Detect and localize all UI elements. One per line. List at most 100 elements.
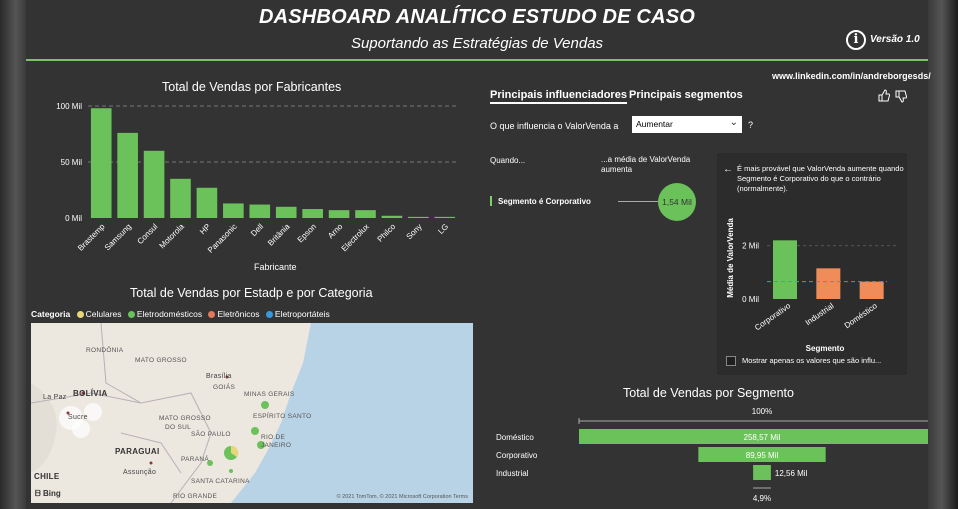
legend-dot-celulares xyxy=(76,310,84,318)
funnel-value-label: 12,56 Mil xyxy=(775,469,808,478)
x-tick-label: LG xyxy=(436,222,450,236)
x-tick-label: Doméstico xyxy=(843,301,880,330)
avg-label: ...a média de ValorVenda aumenta xyxy=(601,155,691,174)
tab-segments[interactable]: Principais segmentos xyxy=(629,89,743,101)
bar-epson xyxy=(302,209,323,218)
help-question-mark[interactable]: ? xyxy=(748,120,753,130)
x-tick-label: Brastemp xyxy=(76,222,107,253)
x-tick-label: Britânia xyxy=(266,222,292,248)
map-label-minas: MINAS GERAIS xyxy=(244,391,295,398)
thumbs-down-icon[interactable] xyxy=(894,90,908,103)
bar-sony xyxy=(408,216,429,218)
bing-logo: ᗷ Bing xyxy=(35,489,61,498)
bar-consul xyxy=(143,150,165,218)
x-tick-label: Samsung xyxy=(103,222,133,252)
x-tick-label: HP xyxy=(198,222,212,236)
header-divider xyxy=(26,59,928,61)
y-tick-label: 0 Mil xyxy=(742,295,759,304)
bar-philco xyxy=(381,215,403,218)
x-tick-label: Philco xyxy=(376,222,398,244)
legend-eletroportateis[interactable]: Eletroportáteis xyxy=(275,309,330,319)
chart-segmento-vendas: 100% Doméstico 258,57 Mil Corporativo 89,95 … xyxy=(496,407,928,503)
funnel-top-label: 100% xyxy=(752,407,772,416)
show-influencers-checkbox[interactable] xyxy=(726,356,736,366)
when-label: Quando... xyxy=(490,156,526,165)
checkbox-label: Mostrar apenas os valores que são influ.… xyxy=(742,356,882,365)
influencer-marker xyxy=(490,196,492,206)
influencer-detail-text: É mais provável que ValorVenda aumente q… xyxy=(737,164,904,193)
legend-dot-eletronicos xyxy=(208,310,216,318)
funnel-category-label: Corporativo xyxy=(496,451,538,460)
y-tick-label: 2 Mil xyxy=(742,242,759,251)
bar-panasonic xyxy=(223,203,244,218)
y-tick-label: 100 Mil xyxy=(56,102,82,111)
influencer-segment-label[interactable]: Segmento é Corporativo xyxy=(498,197,591,206)
map-label-chile: CHILE xyxy=(34,472,60,481)
legend-title: Categoria xyxy=(31,309,71,319)
tab-influencers[interactable]: Principais influenciadores xyxy=(490,89,627,104)
y-tick-label: 50 Mil xyxy=(61,158,83,167)
right-edge xyxy=(928,0,958,509)
bar-lg xyxy=(434,216,456,218)
map-legend: Categoria Celulares Eletrodomésticos Ele… xyxy=(31,309,330,319)
bar-electrolux xyxy=(355,210,376,218)
bar-samsung xyxy=(117,132,138,218)
report-canvas: DASHBOARD ANALÍTICO ESTUDO DE CASO Supor… xyxy=(26,0,931,509)
map-title: Total de Vendas por Estadp e por Categor… xyxy=(130,286,373,300)
chart-title-segmento: Total de Vendas por Segmento xyxy=(623,386,794,400)
funnel-value-label: 89,95 Mil xyxy=(746,451,779,460)
page-subtitle: Suportando as Estratégias de Vendas xyxy=(350,35,604,52)
dropdown-value: Aumentar xyxy=(636,119,673,129)
x-tick-label: Arno xyxy=(326,222,345,241)
influencer-connector xyxy=(618,201,658,202)
sales-map[interactable]: RONDÔNIA MATO GROSSO BOLÍVIA Brasília GO… xyxy=(31,323,473,503)
map-label-janeiro: JANEIRO xyxy=(261,442,292,449)
bar-britânia xyxy=(275,206,297,218)
axis-label-fabricante: Fabricante xyxy=(254,262,297,272)
linkedin-link[interactable]: www.linkedin.com/in/andreborgesds/ xyxy=(772,71,931,81)
info-circle-icon[interactable]: i xyxy=(846,30,866,50)
map-label-rio: RIO DE xyxy=(261,434,286,441)
arrow-left-icon[interactable]: ← xyxy=(723,164,733,175)
left-edge xyxy=(0,0,26,509)
page-title: DASHBOARD ANALÍTICO ESTUDO DE CASO xyxy=(258,6,696,28)
map-label-paraguai: PARAGUAI xyxy=(115,447,160,456)
y-axis-label: Média de ValorVenda xyxy=(726,218,735,298)
bar-hp xyxy=(196,187,218,218)
map-label-espirito-santo: ESPÍRITO SANTO xyxy=(253,413,312,420)
bar-corporativo xyxy=(773,240,797,299)
x-tick-label: Motorola xyxy=(158,222,187,251)
map-label-mato-grosso-sul: MATO GROSSO xyxy=(159,415,211,422)
legend-eletrodomesticos[interactable]: Eletrodomésticos xyxy=(137,309,202,319)
dashboard-frame: DASHBOARD ANALÍTICO ESTUDO DE CASO Supor… xyxy=(0,0,958,509)
bar-doméstico xyxy=(859,281,884,299)
influence-question: O que influencia o ValorVenda a xyxy=(490,121,619,131)
chart-fabricantes: 0 Mil 50 Mil 100 Mil BrastempSamsung ConsulM… xyxy=(56,102,458,255)
x-tick-label: Industrial xyxy=(804,301,836,327)
legend-dot-eletrodomesticos xyxy=(127,310,135,318)
map-label-parana: PARANÁ xyxy=(181,456,210,463)
chart-title-fabricantes: Total de Vendas por Fabricantes xyxy=(162,80,342,94)
legend-dot-eletroportateis xyxy=(265,310,273,318)
map-label-rondonia: RONDÔNIA xyxy=(86,347,124,354)
funnel-value-label: 258,57 Mil xyxy=(744,433,781,442)
influencer-bubble[interactable]: 1,54 Mil xyxy=(658,183,696,221)
influence-direction-select[interactable]: Aumentar ⌄ xyxy=(632,116,742,133)
chevron-down-icon: ⌄ xyxy=(729,117,738,128)
x-tick-label: Electrolux xyxy=(340,222,371,253)
legend-celulares[interactable]: Celulares xyxy=(86,309,122,319)
legend-eletronicos[interactable]: Eletrônicos xyxy=(217,309,259,319)
map-copyright: © 2021 TomTom, © 2021 Microsoft Corporat… xyxy=(336,494,468,500)
map-label-sucre: Sucre xyxy=(68,414,88,421)
map-label-mato-grosso: MATO GROSSO xyxy=(135,357,187,364)
bar-industrial xyxy=(816,268,841,299)
bar-brastemp xyxy=(90,108,112,218)
map-label-sao-paulo: SÃO PAULO xyxy=(191,431,231,438)
version-label: Versão 1.0 xyxy=(870,34,920,45)
funnel-bottom-label: 4,9% xyxy=(753,494,771,503)
map-label-la-paz: La Paz xyxy=(43,394,67,401)
map-label-do-sul: DO SUL xyxy=(165,424,192,431)
bar-dell xyxy=(249,204,271,218)
thumbs-up-icon[interactable] xyxy=(877,89,891,102)
map-label-assuncao: Assunção xyxy=(123,469,157,476)
